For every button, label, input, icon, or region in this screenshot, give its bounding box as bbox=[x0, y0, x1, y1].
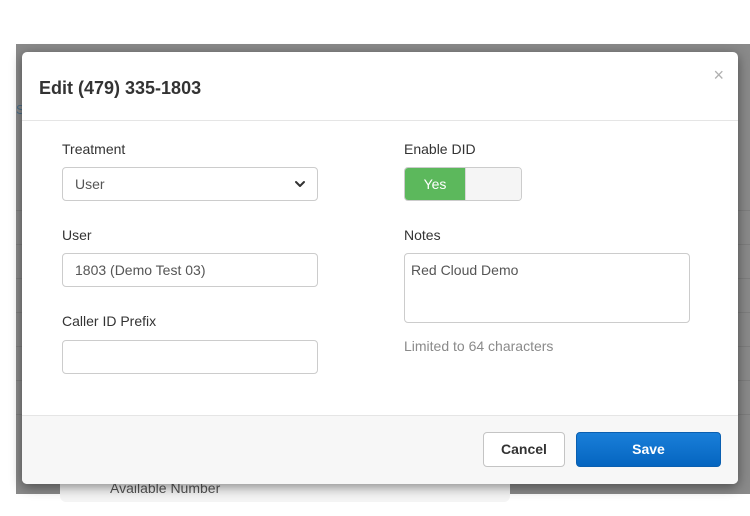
edit-number-modal: Edit (479) 335-1803 × Treatment User Use… bbox=[22, 52, 738, 484]
modal-title: Edit (479) 335-1803 bbox=[39, 78, 202, 98]
treatment-label: Treatment bbox=[62, 141, 126, 157]
notes-textarea[interactable]: Red Cloud Demo bbox=[404, 253, 690, 323]
save-button[interactable]: Save bbox=[576, 432, 721, 467]
treatment-selected-value: User bbox=[75, 176, 105, 192]
user-input-value: 1803 (Demo Test 03) bbox=[75, 262, 206, 278]
enable-did-toggle-state: Yes bbox=[405, 168, 465, 200]
user-input[interactable]: 1803 (Demo Test 03) bbox=[62, 253, 318, 287]
modal-header: Edit (479) 335-1803 × bbox=[22, 52, 738, 121]
enable-did-toggle[interactable]: Yes bbox=[404, 167, 522, 201]
notes-label: Notes bbox=[404, 227, 441, 243]
treatment-select[interactable]: User bbox=[62, 167, 318, 201]
enable-did-label: Enable DID bbox=[404, 141, 476, 157]
modal-footer: Cancel Save bbox=[22, 415, 738, 484]
enable-did-toggle-handle bbox=[465, 168, 521, 200]
user-label: User bbox=[62, 227, 92, 243]
caller-id-prefix-input[interactable] bbox=[62, 340, 318, 374]
cancel-button[interactable]: Cancel bbox=[483, 432, 565, 467]
caller-id-prefix-label: Caller ID Prefix bbox=[62, 313, 157, 329]
close-icon[interactable]: × bbox=[713, 66, 724, 84]
chevron-down-icon bbox=[295, 181, 305, 187]
notes-help-text: Limited to 64 characters bbox=[404, 338, 554, 354]
notes-value: Red Cloud Demo bbox=[411, 262, 519, 278]
